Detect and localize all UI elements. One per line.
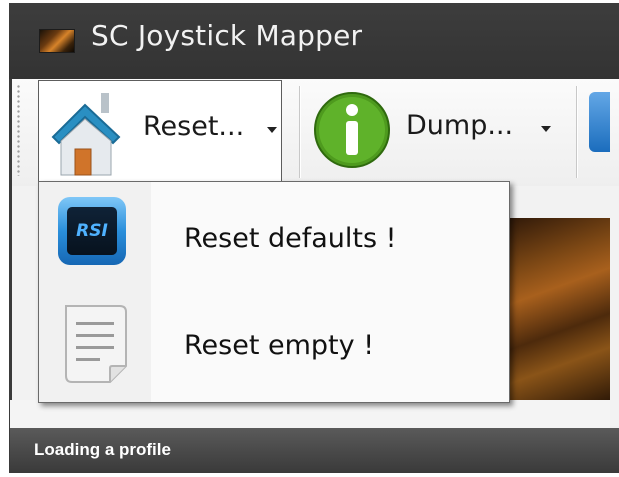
title-bar: SC Joystick Mapper — [9, 3, 619, 79]
toolbar-separator — [576, 86, 578, 178]
toolbar-grip-handle[interactable] — [17, 84, 20, 176]
menu-item-reset-empty[interactable]: Reset empty ! — [40, 292, 508, 400]
window-title: SC Joystick Mapper — [91, 19, 363, 52]
menu-item-label: Reset empty ! — [184, 330, 375, 361]
background-image — [498, 218, 610, 404]
partial-toolbar-icon[interactable] — [589, 92, 610, 152]
reset-dropdown-menu: RSI Reset defaults ! Reset empty ! — [38, 181, 510, 403]
chevron-down-icon[interactable] — [541, 126, 551, 132]
rsi-logo-text: RSI — [67, 207, 117, 255]
dump-button-label[interactable]: Dump... — [406, 110, 513, 141]
menu-item-reset-defaults[interactable]: RSI Reset defaults ! — [40, 183, 508, 291]
info-icon[interactable] — [312, 90, 392, 170]
rsi-icon: RSI — [58, 197, 126, 265]
caption-bar: Loading a profile — [10, 428, 619, 473]
content-bottom-strip — [10, 400, 610, 428]
home-icon — [51, 93, 121, 176]
chevron-down-icon — [267, 127, 277, 133]
toolbar-separator — [299, 86, 301, 178]
status-caption: Loading a profile — [34, 440, 171, 459]
menu-item-label: Reset defaults ! — [184, 223, 397, 254]
reset-dropdown-button[interactable]: Reset... — [38, 80, 282, 182]
reset-button-label: Reset... — [143, 111, 245, 142]
app-logo-icon — [39, 29, 75, 53]
document-icon — [65, 305, 127, 383]
